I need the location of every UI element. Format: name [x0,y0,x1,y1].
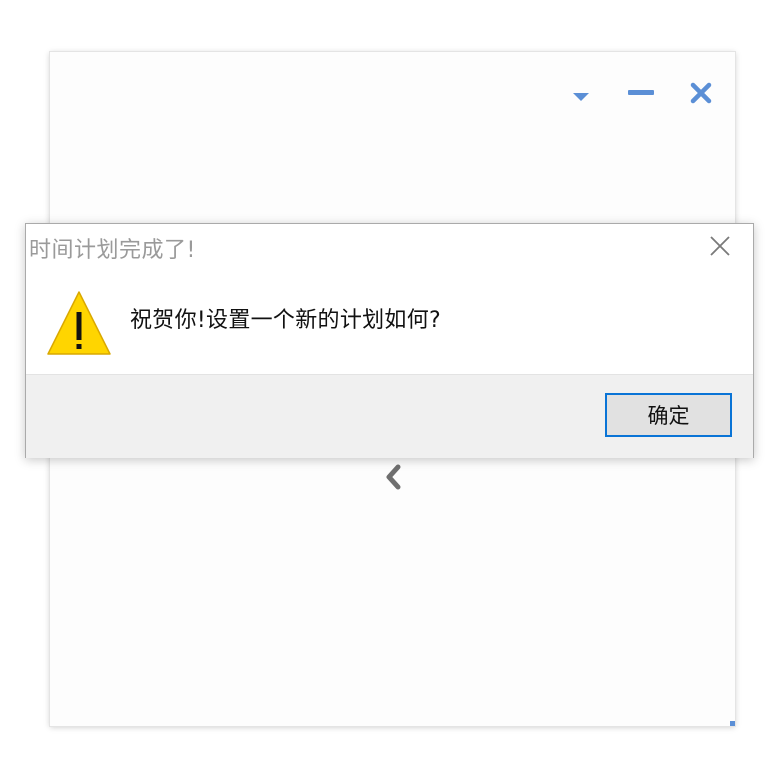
dialog-message: 祝贺你!设置一个新的计划如何? [130,308,441,333]
close-icon [710,236,730,256]
app-close-button[interactable] [686,78,716,108]
dialog-title: 时间计划完成了! [29,238,196,263]
minimize-icon [628,90,654,95]
dialog-close-button[interactable] [702,230,738,262]
close-icon [690,82,712,104]
dropdown-button[interactable] [568,86,594,108]
resize-grip[interactable] [730,721,735,726]
message-dialog: 时间计划完成了! 祝贺你!设置一个新的计划如何? 确定 [25,223,754,458]
warning-icon [47,291,111,355]
minimize-button[interactable] [624,80,658,106]
dialog-footer: 确定 [26,374,753,458]
ok-button[interactable]: 确定 [605,393,732,437]
chevron-left-icon [386,464,401,490]
back-button[interactable] [380,462,406,492]
dialog-body: 祝贺你!设置一个新的计划如何? [26,270,753,374]
caret-down-icon [573,93,589,101]
